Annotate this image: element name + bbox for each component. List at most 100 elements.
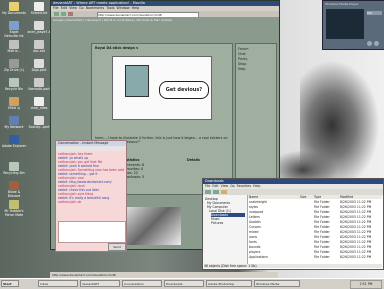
file-name: unzipped <box>249 210 264 214</box>
desktop-icon[interactable]: Nomadic.part <box>26 78 52 97</box>
stop-icon[interactable] <box>68 12 73 16</box>
taskbar-button[interactable]: Adobe Photoshop <box>206 280 252 287</box>
file-type: File Folder <box>314 220 330 224</box>
play-icon[interactable] <box>367 41 372 46</box>
bookmark[interactable]: World & Local News <box>104 18 134 22</box>
forward-icon[interactable] <box>213 190 219 194</box>
menu-help[interactable]: Help <box>253 184 260 188</box>
desktop-icon[interactable]: Dojo.part <box>26 59 52 78</box>
bookmark[interactable]: Windows & Mac Update <box>136 18 172 22</box>
file-name: icons <box>249 235 258 239</box>
app-icon <box>9 40 19 49</box>
forward-icon[interactable] <box>61 12 66 16</box>
recycle-bin-icon <box>9 162 19 171</box>
deviation-image[interactable]: Get devious? <box>112 56 212 120</box>
desktop-icon[interactable]: Mikki sj <box>1 97 27 116</box>
desktop-icon[interactable]: My Network <box>1 116 27 135</box>
bookmark[interactable]: Google <box>53 18 64 22</box>
desktop-icon[interactable]: clear_sites <box>26 97 52 116</box>
file-type: File Folder <box>314 205 330 209</box>
desktop-icon[interactable]: My Documents <box>1 2 27 21</box>
sidebar-link[interactable]: Chat <box>238 52 274 56</box>
desktop-icon[interactable]: Adobe Explorer <box>1 135 27 154</box>
file-name: scaleheight <box>249 200 267 204</box>
file-type: File Folder <box>314 200 330 204</box>
taskbar-button[interactable]: Downloads <box>164 280 204 287</box>
desktop-icon[interactable]: Zip Drive (I:) <box>1 59 27 78</box>
menu-file[interactable]: File <box>53 6 59 10</box>
sidebar-link[interactable]: Prints <box>238 57 274 61</box>
file-name: styles <box>249 205 259 209</box>
menu-view[interactable]: View <box>221 184 229 188</box>
taskbar-button[interactable]: deviantART <box>80 280 120 287</box>
file-icon <box>34 97 44 106</box>
sidebar-panel: Forum Chat Prints Shop Help <box>235 43 277 195</box>
send-button[interactable]: Send <box>108 243 126 251</box>
shortcut-icon <box>9 21 19 30</box>
file-name: Cursors <box>249 225 261 229</box>
back-icon[interactable] <box>205 190 211 194</box>
details-label: Details <box>187 158 200 162</box>
menu-bookmarks[interactable]: Bookmarks <box>86 6 104 10</box>
sidebar-link[interactable]: Help <box>238 67 274 71</box>
desktop-icon[interactable]: Recycling Bin <box>1 162 27 181</box>
column-header[interactable]: Name <box>249 195 289 199</box>
menu-tools[interactable]: Tools <box>106 6 114 10</box>
desktop-icons-col2: Shared.txt anim_wave7.4 doc.ext Dojo.par… <box>26 2 52 135</box>
menu-favorites[interactable]: Favorites <box>237 184 251 188</box>
desktop-icon[interactable]: Mr Hubble's Mirror Mate <box>1 200 27 219</box>
desktop-icon[interactable]: Matrix... <box>1 40 27 59</box>
back-icon[interactable] <box>54 12 59 16</box>
folder-icon <box>9 2 19 11</box>
file-modified: 8/26/2003 11:22 PM <box>340 215 372 219</box>
file-modified: 8/26/2003 11:22 PM <box>340 225 372 229</box>
file-row[interactable]: Applications File Folder 8/26/2003 11:22 P… <box>248 255 382 260</box>
sidebar-link[interactable]: Shop <box>238 62 274 66</box>
file-icon <box>34 21 44 30</box>
file-icon <box>34 40 44 49</box>
desktop-icon[interactable]: Recycle Bin <box>1 78 27 97</box>
file-type: File Folder <box>314 215 330 219</box>
speech-bubble: Get devious? <box>159 81 209 99</box>
desktop-icon[interactable]: Shared.txt <box>26 2 52 21</box>
taskbar-button[interactable]: Conversation <box>122 280 162 287</box>
menu-help[interactable]: Help <box>132 6 140 10</box>
file-modified: 8/26/2003 11:22 PM <box>340 250 372 254</box>
menu-edit[interactable]: Edit <box>61 6 67 10</box>
column-header[interactable]: Modified <box>340 195 380 199</box>
desktop-icon[interactable]: Blade & Blizzard <box>1 181 27 200</box>
bookmark[interactable]: Deviantart <box>67 18 83 22</box>
folder-icon <box>9 97 19 106</box>
folder-up-icon[interactable] <box>221 190 227 194</box>
menu-view[interactable]: View <box>69 6 77 10</box>
column-header[interactable]: Size <box>300 195 312 199</box>
tree-item[interactable]: Pictures <box>211 221 245 225</box>
menu-edit[interactable]: Edit <box>212 184 218 188</box>
desktop-icons-col1: My Documents Eagle Netsuite.lnk Matrix..… <box>1 2 27 154</box>
message-input[interactable] <box>58 221 126 243</box>
bookmarks-bar: Google | Deviantart | Gamespot | World &… <box>53 18 172 22</box>
media-player: Windows Media Player Mix <box>322 0 384 50</box>
stop-icon[interactable] <box>374 41 379 46</box>
file-list: scaleheight File Folder 8/26/2003 11:22 PM… <box>248 200 382 264</box>
taskbar-button[interactable]: Windows Media <box>254 280 300 287</box>
menu-go[interactable]: Go <box>230 184 234 188</box>
file-type: File Folder <box>314 255 330 259</box>
network-icon <box>9 116 19 125</box>
start-button[interactable]: Start <box>1 280 19 287</box>
menu-go[interactable]: Go <box>79 6 84 10</box>
bookmark[interactable]: Gamespot <box>85 18 100 22</box>
column-header[interactable]: Type <box>314 195 336 199</box>
menu-window[interactable]: Window <box>117 6 130 10</box>
menu-file[interactable]: File <box>205 184 210 188</box>
app-icon <box>9 200 19 209</box>
thumbnail-image[interactable] <box>121 207 181 245</box>
desktop-icon[interactable]: doc.ext <box>26 40 52 59</box>
file-type: File Folder <box>314 210 330 214</box>
desktop-icon[interactable]: Scandy...part <box>26 116 52 135</box>
file-modified: 8/26/2003 11:22 PM <box>340 240 372 244</box>
desktop-icon[interactable]: anim_wave7.4 <box>26 21 52 40</box>
desktop-icon[interactable]: Eagle Netsuite.lnk <box>1 21 27 40</box>
taskbar-button[interactable]: Inbox <box>38 280 78 287</box>
sidebar-link[interactable]: Forum <box>238 47 274 51</box>
